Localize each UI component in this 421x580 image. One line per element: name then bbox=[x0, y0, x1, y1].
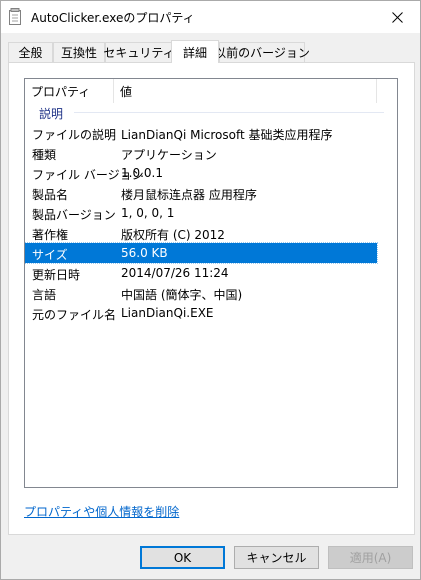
table-row[interactable]: 言語 中国語 (簡体字、中国) bbox=[25, 283, 377, 303]
tab-general[interactable]: 全般 bbox=[8, 42, 53, 62]
property-value: 楼月鼠标连点器 应用程序 bbox=[121, 188, 257, 202]
tab-security[interactable]: セキュリティ bbox=[103, 42, 175, 62]
column-header-property[interactable]: プロパティ bbox=[25, 79, 114, 103]
property-name: 製品名 bbox=[32, 188, 69, 202]
remove-properties-link[interactable]: プロパティや個人情報を削除 bbox=[24, 503, 179, 520]
property-name: 言語 bbox=[32, 288, 57, 302]
table-row[interactable]: 種類 アプリケーション bbox=[25, 143, 377, 163]
cancel-button[interactable]: キャンセル bbox=[234, 546, 319, 569]
table-row[interactable]: ファイルの説明 LianDianQi Microsoft 基础类应用程序 bbox=[25, 123, 377, 143]
table-row[interactable]: 元のファイル名 LianDianQi.EXE bbox=[25, 303, 377, 323]
property-name: ファイルの説明 bbox=[32, 128, 117, 142]
group-header-description: 説明 bbox=[25, 103, 397, 121]
group-label: 説明 bbox=[39, 107, 64, 121]
property-name: 製品バージョン bbox=[32, 208, 116, 222]
property-name: 種類 bbox=[32, 148, 57, 162]
table-row[interactable]: 製品名 楼月鼠标连点器 应用程序 bbox=[25, 183, 377, 203]
property-name: 更新日時 bbox=[32, 268, 81, 282]
properties-list[interactable]: プロパティ 値 説明 ファイルの説明 LianDianQi Microsoft … bbox=[24, 78, 398, 488]
property-value: LianDianQi Microsoft 基础类应用程序 bbox=[121, 128, 333, 142]
tab-details[interactable]: 詳細 bbox=[171, 40, 219, 63]
property-value: 中国語 (簡体字、中国) bbox=[121, 288, 243, 302]
apply-button[interactable]: 適用(A) bbox=[328, 546, 413, 569]
table-row[interactable]: 製品バージョン 1, 0, 0, 1 bbox=[25, 203, 377, 223]
property-value: 56.0 KB bbox=[121, 246, 168, 260]
table-row[interactable]: 著作権 版权所有 (C) 2012 bbox=[25, 223, 377, 243]
property-value: アプリケーション bbox=[121, 148, 217, 162]
close-icon bbox=[391, 11, 403, 23]
ok-button[interactable]: OK bbox=[140, 546, 225, 569]
file-icon bbox=[9, 8, 21, 25]
property-value: 1, 0, 0, 1 bbox=[121, 206, 175, 220]
property-value: 2014/07/26 11:24 bbox=[121, 266, 229, 280]
title-bar: AutoClicker.exeのプロパティ bbox=[1, 1, 420, 33]
property-name: サイズ bbox=[32, 248, 68, 262]
group-divider bbox=[74, 112, 384, 113]
tab-previous-versions[interactable]: 以前のバージョン bbox=[214, 42, 310, 62]
window-title: AutoClicker.exeのプロパティ bbox=[31, 11, 195, 25]
table-row-selected[interactable]: サイズ 56.0 KB bbox=[25, 242, 378, 264]
tab-compatibility[interactable]: 互換性 bbox=[53, 42, 105, 62]
table-row[interactable]: 更新日時 2014/07/26 11:24 bbox=[25, 263, 377, 283]
column-header-value[interactable]: 値 bbox=[114, 79, 377, 103]
property-name: 元のファイル名 bbox=[32, 308, 117, 322]
property-value: LianDianQi.EXE bbox=[121, 306, 214, 320]
close-button[interactable] bbox=[374, 1, 420, 33]
table-row[interactable]: ファイル バージョン 1.0.0.1 bbox=[25, 163, 377, 183]
property-value: 1.0.0.1 bbox=[121, 166, 163, 180]
property-value: 版权所有 (C) 2012 bbox=[121, 228, 225, 242]
property-name: 著作権 bbox=[32, 228, 69, 242]
list-header: プロパティ 値 bbox=[25, 79, 397, 103]
properties-dialog: AutoClicker.exeのプロパティ 全般 互換性 セキュリティ 詳細 以… bbox=[0, 0, 421, 580]
